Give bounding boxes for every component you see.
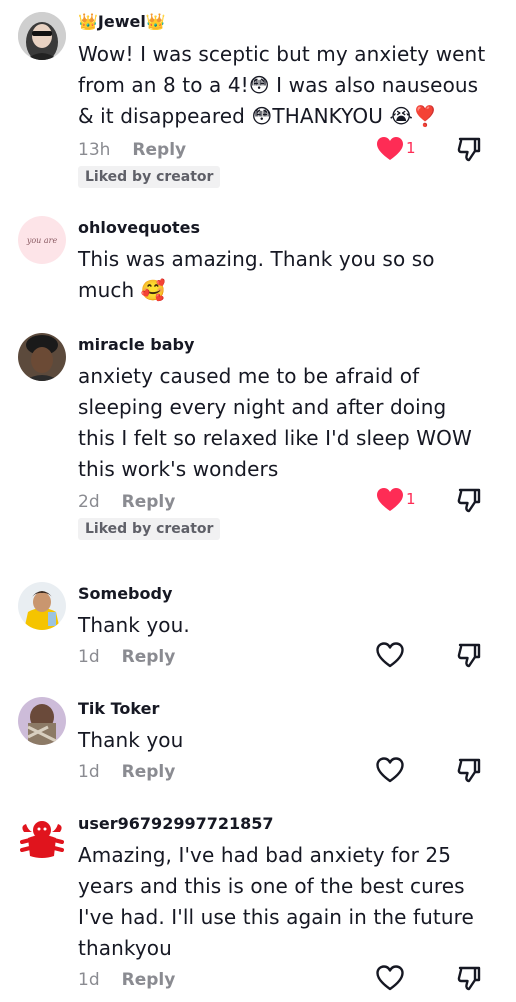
like-count: 1 (406, 139, 416, 157)
dislike-button[interactable] (455, 641, 483, 669)
thumbs-down-icon (457, 643, 481, 668)
reply-button[interactable]: Reply (132, 140, 186, 160)
heart-icon (377, 488, 403, 511)
comment-text: Thank you. (78, 613, 190, 637)
comment-time: 1d (78, 970, 100, 990)
avatar[interactable] (18, 12, 66, 60)
avatar[interactable] (18, 697, 66, 745)
reply-button[interactable]: Reply (122, 762, 176, 782)
like-button[interactable] (376, 136, 404, 162)
heart-icon (376, 642, 404, 668)
comment-text: anxiety caused me to be afraid of sleepi… (78, 364, 472, 481)
dislike-button[interactable] (455, 486, 483, 514)
liked-by-creator-badge: Liked by creator (78, 518, 221, 540)
comment-username[interactable]: user96792997721857 (78, 814, 274, 833)
like-button[interactable] (376, 642, 404, 668)
thumbs-down-icon (457, 966, 481, 991)
reply-button[interactable]: Reply (122, 647, 176, 667)
avatar-script-text: you are (26, 235, 58, 245)
like-button[interactable] (376, 965, 404, 991)
heart-icon (376, 965, 404, 991)
heart-icon (376, 757, 404, 783)
like-count: 1 (406, 490, 416, 508)
comment-meta: 13h Reply (78, 140, 186, 160)
comment-time: 2d (78, 492, 100, 512)
like-button[interactable] (376, 487, 404, 513)
thumbs-down-icon (457, 758, 481, 783)
dislike-button[interactable] (455, 964, 483, 992)
comment-time: 1d (78, 647, 100, 667)
comment-text: This was amazing. Thank you so so much 🥰 (78, 247, 435, 302)
dislike-button[interactable] (455, 135, 483, 163)
thumbs-down-icon (457, 488, 481, 513)
thumbs-down-icon (457, 137, 481, 162)
like-button[interactable] (376, 757, 404, 783)
comment-meta: 1d Reply (78, 970, 175, 990)
heart-icon (377, 137, 403, 160)
comment-time: 13h (78, 140, 111, 160)
comment-username[interactable]: ohlovequotes (78, 218, 200, 237)
comment-username[interactable]: miracle baby (78, 335, 194, 354)
comment-time: 1d (78, 762, 100, 782)
avatar[interactable] (18, 812, 66, 860)
liked-by-creator-badge: Liked by creator (78, 166, 221, 188)
comment-meta: 1d Reply (78, 762, 175, 782)
comment-username[interactable]: Tik Toker (78, 699, 159, 718)
comment-username[interactable]: 👑Jewel👑 (78, 12, 166, 31)
dislike-button[interactable] (455, 756, 483, 784)
avatar[interactable] (18, 582, 66, 630)
comment-text: Amazing, I've had bad anxiety for 25 yea… (78, 843, 474, 960)
reply-button[interactable]: Reply (122, 970, 176, 990)
reply-button[interactable]: Reply (122, 492, 176, 512)
avatar[interactable] (18, 333, 66, 381)
comment-meta: 1d Reply (78, 647, 175, 667)
comment-text: Thank you (78, 728, 184, 752)
comment-meta: 2d Reply (78, 492, 175, 512)
avatar[interactable]: you are (18, 216, 66, 264)
comment-username[interactable]: Somebody (78, 584, 172, 603)
comment-text: Wow! I was sceptic but my anxiety went f… (78, 42, 486, 128)
